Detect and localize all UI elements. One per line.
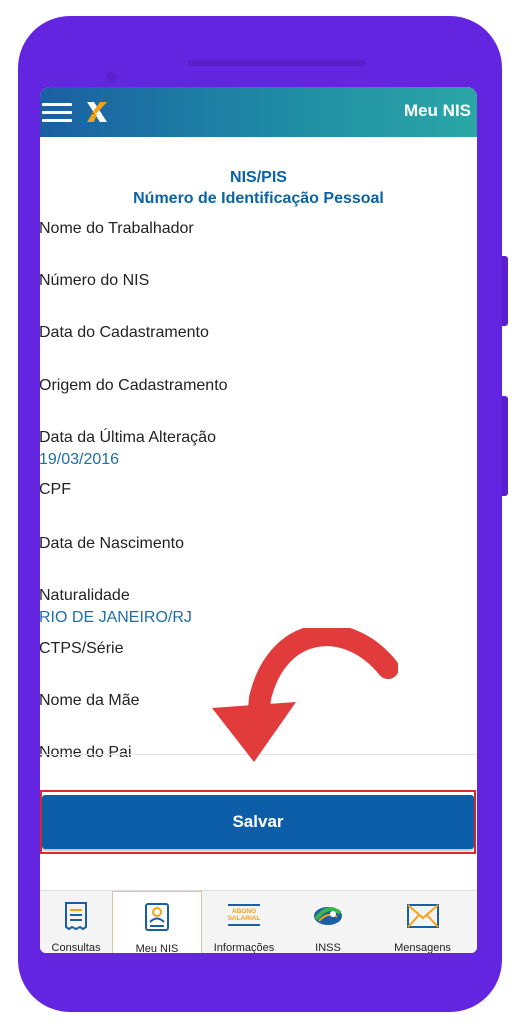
nav-label-informacoes: Informações	[213, 942, 275, 953]
envelope-icon	[406, 904, 439, 928]
abono-salarial-icon: ABONO SALARIAL	[228, 904, 261, 926]
app-bar: Meu NIS	[40, 87, 477, 137]
field-label-numero-nis: Número do NIS	[40, 272, 150, 289]
nav-item-consultas[interactable]: Consultas	[40, 891, 112, 953]
id-card-icon	[145, 903, 169, 931]
field-label-nome-trabalhador: Nome do Trabalhador	[40, 220, 194, 237]
field-label-origem-cadastramento: Origem do Cadastramento	[40, 377, 228, 394]
document-list-icon	[65, 902, 87, 931]
app-screen: Meu NIS NIS/PIS Número de Identificação …	[40, 87, 477, 953]
nav-label-inss: INSS	[315, 942, 341, 953]
field-label-data-nascimento: Data de Nascimento	[40, 535, 184, 552]
field-value-naturalidade: RIO DE JANEIRO/RJ	[40, 609, 192, 626]
field-label-nome-pai: Nome do Pai	[40, 744, 132, 761]
curved-arrow-icon	[212, 628, 398, 762]
nav-label-meu-nis: Meu NIS	[135, 943, 179, 953]
phone-speaker	[188, 60, 366, 66]
nav-item-inss[interactable]: INSS	[288, 891, 368, 953]
field-value-data-ultima-alteracao: 19/03/2016	[40, 451, 120, 468]
field-label-data-ultima-alteracao: Data da Última Alteração	[40, 429, 216, 446]
phone-power-button	[502, 396, 508, 496]
inss-logo-icon	[314, 907, 342, 925]
caixa-logo-icon	[87, 102, 107, 122]
field-label-data-cadastramento: Data do Cadastramento	[40, 324, 209, 341]
nav-label-mensagens: Mensagens	[394, 942, 451, 953]
phone-camera	[106, 72, 116, 82]
field-label-nome-mae: Nome da Mãe	[40, 692, 140, 709]
field-label-ctps-serie: CTPS/Série	[40, 640, 124, 657]
abono-icon-text-2: SALARIAL	[228, 915, 261, 922]
nav-item-meu-nis[interactable]: Meu NIS	[112, 891, 202, 953]
field-label-cpf: CPF	[40, 481, 71, 498]
phone-volume-button	[502, 256, 508, 326]
page-subtitle: Número de Identificação Pessoal	[133, 190, 384, 207]
abono-icon-text-1: ABONO	[232, 908, 256, 915]
app-title: Meu NIS	[403, 101, 471, 120]
save-button[interactable]: Salvar	[42, 795, 474, 849]
bottom-nav: Consultas Meu NIS ABONO SALARIAL Informa…	[40, 890, 477, 953]
nav-item-informacoes[interactable]: ABONO SALARIAL Informações	[200, 891, 288, 953]
field-label-naturalidade: Naturalidade	[40, 587, 130, 604]
nav-item-mensagens[interactable]: Mensagens	[368, 891, 477, 953]
nav-label-consultas: Consultas	[51, 942, 101, 953]
page-title: NIS/PIS	[230, 169, 287, 186]
hamburger-menu-icon[interactable]	[42, 103, 72, 123]
